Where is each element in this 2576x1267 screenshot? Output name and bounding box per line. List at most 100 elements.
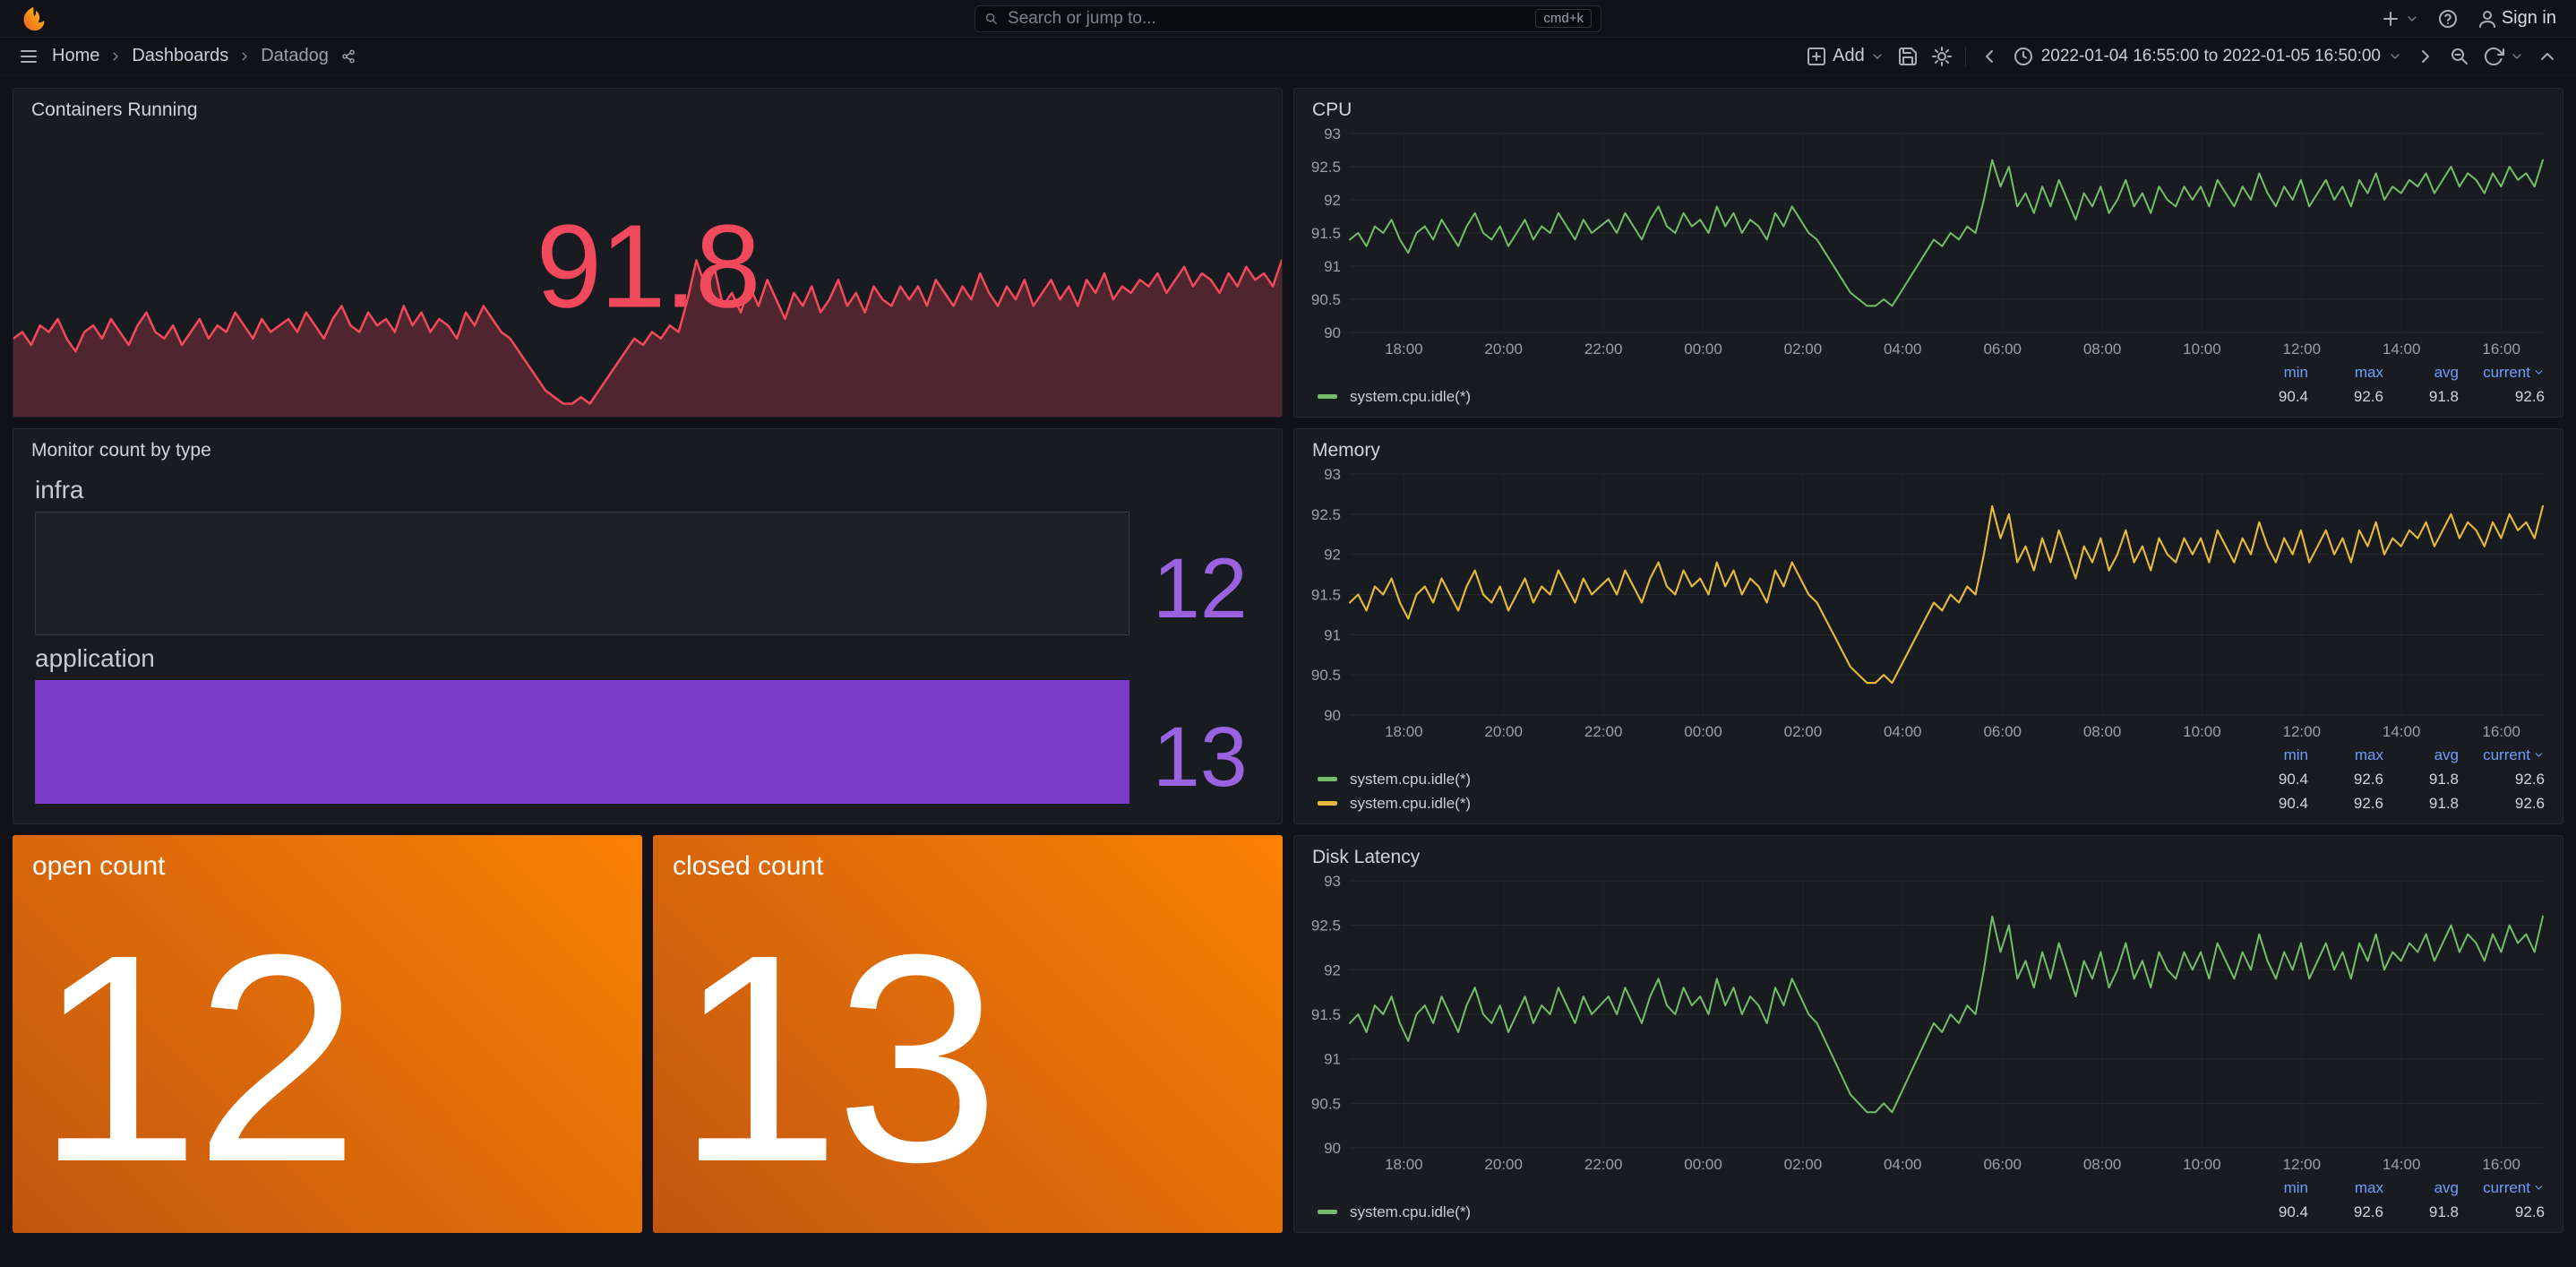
plus-icon <box>2380 8 2401 30</box>
legend-header-avg[interactable]: avg <box>2383 364 2459 382</box>
legend-header-max[interactable]: max <box>2308 746 2383 764</box>
sign-in-button[interactable]: Sign in <box>2477 8 2556 30</box>
legend-header-min[interactable]: min <box>2233 364 2308 382</box>
panel-title-monitor[interactable]: Monitor count by type <box>13 429 1282 465</box>
bar-group-application: application 13 <box>35 635 1260 804</box>
open-count-value: 12 <box>36 925 354 1191</box>
svg-text:93: 93 <box>1324 466 1341 483</box>
legend-header-avg[interactable]: avg <box>2383 746 2459 764</box>
panel-cpu: CPU 9090.59191.59292.59318:0020:0022:000… <box>1293 88 2563 418</box>
svg-text:12:00: 12:00 <box>2283 723 2322 740</box>
new-button[interactable] <box>2380 8 2419 30</box>
legend-row: system.cpu.idle(*) 90.4 92.6 91.8 92.6 <box>1318 1201 2545 1223</box>
breadcrumb-dashboards[interactable]: Dashboards <box>132 46 228 66</box>
chevron-down-icon <box>2405 12 2419 26</box>
panel-title-memory[interactable]: Memory <box>1294 429 2563 465</box>
series-swatch[interactable] <box>1318 777 1337 781</box>
legend-header-max[interactable]: max <box>2308 1179 2383 1197</box>
disk-latency-chart[interactable]: 9090.59191.59292.59318:0020:0022:0000:00… <box>1294 872 2563 1176</box>
time-range-picker[interactable]: 2022-01-04 16:55:00 to 2022-01-05 16:50:… <box>2013 46 2402 67</box>
panel-title-containers[interactable]: Containers Running <box>13 89 1282 125</box>
svg-text:18:00: 18:00 <box>1385 340 1423 358</box>
save-dashboard-button[interactable] <box>1897 46 1919 67</box>
series-name[interactable]: system.cpu.idle(*) <box>1344 771 2233 789</box>
sign-in-label: Sign in <box>2502 8 2556 29</box>
breadcrumb: Home Dashboards Datadog <box>52 46 329 66</box>
svg-text:00:00: 00:00 <box>1684 340 1722 358</box>
legend-header-current[interactable]: current <box>2459 364 2545 382</box>
panel-title-cpu[interactable]: CPU <box>1294 89 2563 125</box>
panel-add-icon <box>1806 46 1827 67</box>
series-swatch[interactable] <box>1318 1210 1337 1214</box>
stat-row: open count 12 closed count 13 <box>13 835 1283 1233</box>
svg-text:90: 90 <box>1324 324 1341 341</box>
panel-memory: Memory 9090.59191.59292.59318:0020:0022:… <box>1293 428 2563 824</box>
help-button[interactable] <box>2437 8 2459 30</box>
stat-max: 92.6 <box>2308 795 2383 813</box>
svg-text:02:00: 02:00 <box>1784 723 1823 740</box>
stat-current: 92.6 <box>2459 1203 2545 1221</box>
dashboard-canvas: Containers Running 91.8 CPU 9090.59191.5… <box>0 75 2576 1265</box>
zoom-out-icon <box>2449 46 2470 67</box>
svg-text:14:00: 14:00 <box>2383 340 2421 358</box>
panel-title-disk-latency[interactable]: Disk Latency <box>1294 836 2563 872</box>
cpu-chart[interactable]: 9090.59191.59292.59318:0020:0022:0000:00… <box>1294 125 2563 361</box>
chevron-right-icon <box>2415 46 2436 67</box>
svg-text:04:00: 04:00 <box>1884 723 1922 740</box>
zoom-out-time-button[interactable] <box>2449 46 2470 67</box>
legend-row: system.cpu.idle(*) 90.4 92.6 91.8 92.6 <box>1318 385 2545 408</box>
svg-text:90: 90 <box>1324 1140 1341 1157</box>
disk-latency-legend: min max avg current system.cpu.idle(*) 9… <box>1294 1176 2563 1232</box>
series-name[interactable]: system.cpu.idle(*) <box>1344 1203 2233 1221</box>
legend-header-min[interactable]: min <box>2233 746 2308 764</box>
svg-text:90: 90 <box>1324 707 1341 724</box>
series-swatch[interactable] <box>1318 394 1337 399</box>
menu-toggle-button[interactable] <box>18 46 39 67</box>
refresh-button[interactable] <box>2483 46 2524 67</box>
gear-icon <box>1931 46 1953 67</box>
legend-header-max[interactable]: max <box>2308 364 2383 382</box>
svg-text:12:00: 12:00 <box>2283 340 2322 358</box>
cpu-legend: min max avg current system.cpu.idle(*) 9… <box>1294 361 2563 417</box>
search-icon <box>984 12 999 26</box>
legend-header-current[interactable]: current <box>2459 746 2545 764</box>
search-input[interactable]: Search or jump to... cmd+k <box>975 5 1601 32</box>
time-shift-back-button[interactable] <box>1979 46 2000 67</box>
legend-header-min[interactable]: min <box>2233 1179 2308 1197</box>
breadcrumb-datadog[interactable]: Datadog <box>261 46 329 66</box>
svg-text:22:00: 22:00 <box>1584 1156 1623 1173</box>
legend-header-current[interactable]: current <box>2459 1179 2545 1197</box>
share-button[interactable] <box>341 49 356 64</box>
stat-avg: 91.8 <box>2383 388 2459 406</box>
breadcrumb-home[interactable]: Home <box>52 46 99 66</box>
stat-avg: 91.8 <box>2383 1203 2459 1221</box>
bar-application[interactable] <box>35 680 1129 804</box>
time-shift-forward-button[interactable] <box>2415 46 2436 67</box>
svg-text:12:00: 12:00 <box>2283 1156 2322 1173</box>
kiosk-mode-button[interactable] <box>2537 46 2558 67</box>
series-name[interactable]: system.cpu.idle(*) <box>1344 795 2233 813</box>
svg-text:93: 93 <box>1324 873 1341 890</box>
svg-text:22:00: 22:00 <box>1584 723 1623 740</box>
memory-chart[interactable]: 9090.59191.59292.59318:0020:0022:0000:00… <box>1294 465 2563 744</box>
panel-title-open-count[interactable]: open count <box>13 835 642 882</box>
series-name[interactable]: system.cpu.idle(*) <box>1344 388 2233 406</box>
stat-min: 90.4 <box>2233 795 2308 813</box>
chevron-up-icon <box>2537 46 2558 67</box>
panel-title-closed-count[interactable]: closed count <box>653 835 1283 882</box>
dashboard-settings-button[interactable] <box>1931 46 1953 67</box>
add-panel-button[interactable]: Add <box>1806 46 1885 67</box>
legend-header-avg[interactable]: avg <box>2383 1179 2459 1197</box>
svg-text:10:00: 10:00 <box>2183 723 2221 740</box>
bar-label-application: application <box>35 644 1260 673</box>
svg-text:90.5: 90.5 <box>1311 667 1341 684</box>
svg-text:02:00: 02:00 <box>1784 340 1823 358</box>
stat-max: 92.6 <box>2308 1203 2383 1221</box>
grafana-logo[interactable] <box>20 5 47 32</box>
svg-text:93: 93 <box>1324 125 1341 142</box>
bar-group-infra: infra 12 <box>35 467 1260 635</box>
share-icon <box>341 49 356 64</box>
svg-text:08:00: 08:00 <box>2083 340 2122 358</box>
series-swatch[interactable] <box>1318 801 1337 806</box>
bar-infra[interactable] <box>35 512 1129 635</box>
